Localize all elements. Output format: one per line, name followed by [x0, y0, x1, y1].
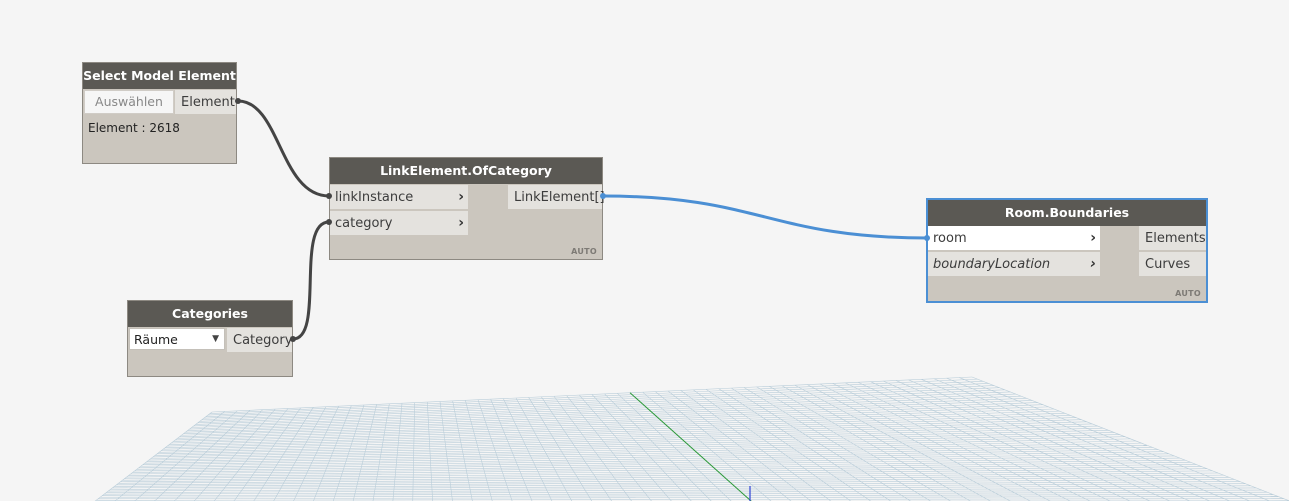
input-port-room[interactable]: room ›	[928, 226, 1100, 251]
node-room-boundaries[interactable]: Room.Boundaries room › boundaryLocation …	[926, 198, 1208, 303]
node-title: Room.Boundaries	[928, 200, 1206, 226]
select-button[interactable]: Auswählen	[84, 90, 174, 114]
chevron-right-icon: ›	[458, 189, 464, 205]
chevron-down-icon: ▼	[212, 334, 219, 344]
graph-canvas[interactable]: Select Model Element Auswählen Element E…	[0, 0, 1289, 501]
port-dot	[235, 98, 241, 104]
input-port-linkinstance[interactable]: linkInstance ›	[330, 185, 468, 210]
input-port-category[interactable]: category ›	[330, 211, 468, 236]
node-value-preview: Element : 2618	[88, 121, 180, 135]
output-port-category[interactable]: Category	[227, 328, 292, 353]
lacing-label: AUTO	[571, 247, 597, 256]
wire-element-to-linkinstance[interactable]	[237, 99, 330, 198]
node-categories[interactable]: Categories Räume ▼ Category	[127, 300, 293, 377]
chevron-right-icon: ›	[1090, 230, 1096, 246]
chevron-right-icon: ›	[458, 215, 464, 231]
chevron-right-icon: ›	[1090, 256, 1096, 272]
port-label: linkInstance	[335, 190, 414, 205]
node-select-model-element[interactable]: Select Model Element Auswählen Element E…	[82, 62, 237, 164]
port-dot	[290, 336, 296, 342]
node-linkelement-ofcategory[interactable]: LinkElement.OfCategory linkInstance › ca…	[329, 157, 605, 260]
background-3d-grid	[94, 376, 1289, 501]
grid-line	[102, 491, 1268, 497]
port-dot	[326, 193, 332, 199]
port-label: category	[335, 216, 393, 231]
output-port-linkelement-array[interactable]: LinkElement[]	[508, 185, 605, 210]
port-dot	[924, 235, 930, 241]
port-dot	[600, 193, 606, 199]
node-title: Categories	[128, 301, 292, 327]
port-label: room	[933, 231, 967, 246]
category-dropdown[interactable]: Räume ▼	[129, 328, 225, 350]
dropdown-selected-value: Räume	[134, 332, 178, 347]
wire-linkelement-to-room[interactable]	[602, 194, 929, 240]
input-port-boundarylocation[interactable]: boundaryLocation ›	[928, 252, 1100, 277]
output-port-element[interactable]: Element	[175, 90, 236, 115]
node-title: Select Model Element	[83, 63, 236, 89]
port-dot	[326, 219, 332, 225]
output-port-elements[interactable]: Elements	[1139, 226, 1206, 251]
lacing-label: AUTO	[1175, 289, 1201, 298]
output-port-curves[interactable]: Curves	[1139, 252, 1206, 277]
node-title: LinkElement.OfCategory	[330, 158, 602, 184]
wire-category-to-category[interactable]	[292, 220, 330, 341]
port-label: boundaryLocation	[933, 257, 1051, 272]
